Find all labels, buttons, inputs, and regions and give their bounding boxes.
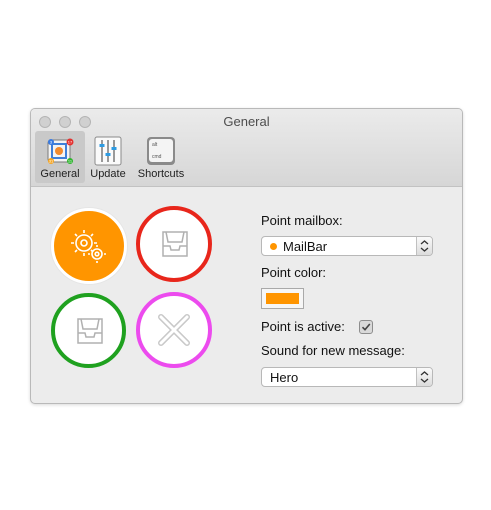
gear-icon [71, 230, 106, 263]
pink-close-option[interactable] [136, 292, 212, 368]
point-mailbox-label: Point mailbox: [261, 213, 343, 228]
select-stepper-icon [416, 237, 432, 255]
tab-update-label: Update [90, 168, 126, 180]
keyboard-key-icon: alt cmd [147, 137, 175, 165]
sound-select[interactable]: Hero [261, 367, 433, 387]
green-inbox-tray-icon [77, 318, 103, 344]
tab-shortcuts-label: Shortcuts [137, 168, 185, 180]
alt-key-label: alt [152, 142, 158, 148]
toolbar: General 3 17 31 11 General Update alt cm… [31, 109, 462, 187]
mailbox-color-dot [270, 243, 277, 250]
window-title: General [223, 114, 270, 129]
point-active-checkbox[interactable] [359, 320, 373, 334]
point-color-swatch [266, 293, 299, 304]
tab-general-label: General [40, 168, 80, 180]
cmd-key-label: cmd [152, 154, 162, 160]
green-tray-option[interactable] [51, 293, 126, 368]
point-color-well[interactable] [261, 288, 304, 309]
gear-icon-option[interactable] [51, 208, 127, 284]
checkmark-icon [361, 323, 371, 331]
point-color-label: Point color: [261, 265, 327, 280]
sound-label: Sound for new message: [261, 343, 405, 358]
badge-2: 17 [68, 140, 73, 145]
red-tray-option[interactable] [136, 206, 212, 282]
badge-3: 31 [49, 159, 54, 164]
select-stepper-icon [416, 368, 432, 386]
tab-general[interactable]: 3 17 31 11 General [35, 131, 85, 183]
general-preferences-icon: 3 17 31 11 [47, 138, 74, 164]
tab-update[interactable]: Update [86, 131, 130, 183]
point-mailbox-value: MailBar [283, 239, 328, 254]
point-mailbox-select[interactable]: MailBar [261, 236, 433, 256]
general-pane: Point mailbox: MailBar Point color: Poin… [31, 187, 462, 403]
point-active-label: Point is active: [261, 319, 345, 334]
preferences-window: General 3 17 31 11 General Update alt cm… [30, 108, 463, 404]
red-inbox-tray-icon [162, 231, 188, 257]
sound-value: Hero [270, 370, 299, 385]
pink-close-icon [158, 314, 190, 346]
sliders-icon [94, 136, 122, 166]
tab-shortcuts[interactable]: alt cmd Shortcuts [131, 131, 191, 183]
